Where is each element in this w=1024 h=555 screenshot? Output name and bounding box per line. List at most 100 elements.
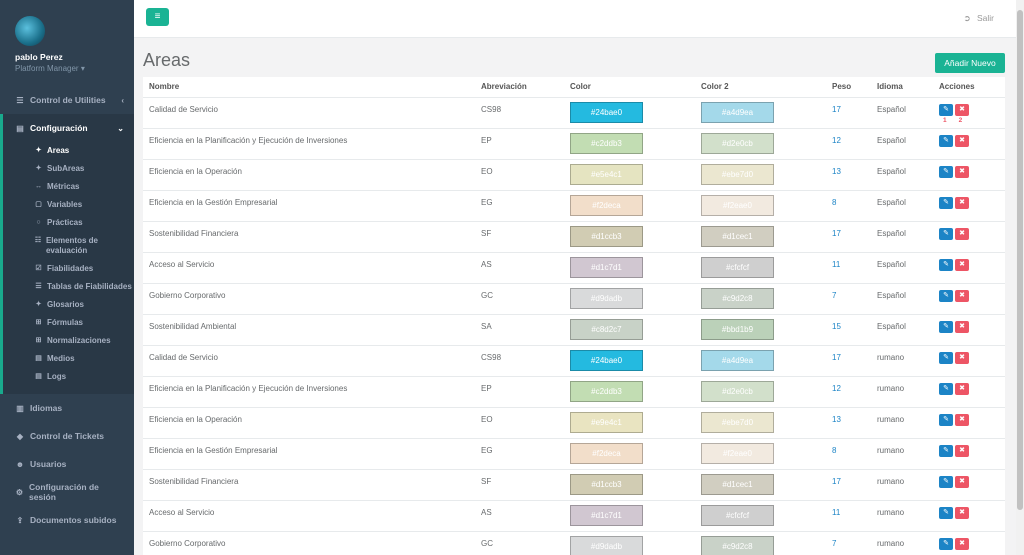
cell-color-2: #c9d2c8 <box>695 530 826 555</box>
nav-top: ☰ Control de Utilities ‹ <box>0 86 134 114</box>
edit-button[interactable]: ✎ <box>939 196 953 209</box>
submenu-item-label: Fórmulas <box>47 318 84 327</box>
edit-button[interactable]: ✎ <box>939 444 953 457</box>
delete-button[interactable]: ✖ <box>955 351 969 364</box>
color-2-swatch: #cfcfcf <box>701 504 774 526</box>
control-de-utilities-icon: ☰ <box>16 95 24 105</box>
edit-button[interactable]: ✎ <box>939 134 953 147</box>
delete-button[interactable]: ✖ <box>955 103 969 116</box>
edit-button[interactable]: ✎ <box>939 103 953 116</box>
color-swatch: #24bae0 <box>570 349 643 371</box>
edit-button[interactable]: ✎ <box>939 351 953 364</box>
cell-acciones: ✎ ✖ <box>933 375 1005 407</box>
cell-nombre: Eficiencia en la Operación <box>143 406 475 438</box>
sidebar-item-documentos-subidos[interactable]: ⇪ Documentos subidos <box>0 506 134 534</box>
user-role-dropdown[interactable]: Platform Manager <box>15 64 134 73</box>
delete-button[interactable]: ✖ <box>955 444 969 457</box>
submenu-item-normalizaciones[interactable]: ⊞ Normalizaciones <box>32 332 134 350</box>
color-swatch: #d1ccb3 <box>570 473 643 495</box>
edit-button[interactable]: ✎ <box>939 227 953 240</box>
sidebar-item-idiomas[interactable]: ▥ Idiomas <box>0 394 134 422</box>
add-new-button[interactable]: Añadir Nuevo <box>935 53 1005 73</box>
cell-abreviacion: SA <box>475 313 564 345</box>
delete-button[interactable]: ✖ <box>955 382 969 395</box>
submenu-item-metricas[interactable]: ↔ Métricas <box>32 178 134 196</box>
submenu-item-label: SubAreas <box>47 164 85 173</box>
table-row: Sostenibilidad Financiera SF #d1ccb3 #d1cec… <box>143 468 1005 500</box>
edit-button[interactable]: ✎ <box>939 382 953 395</box>
delete-button[interactable]: ✖ <box>955 165 969 178</box>
row-actions: ✎ ✖ <box>939 258 999 271</box>
areas-icon: ✦ <box>35 147 42 154</box>
delete-button[interactable]: ✖ <box>955 258 969 271</box>
cell-color: #f2deca <box>564 189 695 221</box>
medios-icon: ▤ <box>35 355 42 362</box>
cell-nombre: Eficiencia en la Gestión Empresarial <box>143 437 475 469</box>
trash-icon: ✖ <box>959 415 965 423</box>
edit-button[interactable]: ✎ <box>939 413 953 426</box>
delete-button[interactable]: ✖ <box>955 506 969 519</box>
cell-peso: 17 <box>826 220 871 252</box>
edit-button[interactable]: ✎ <box>939 165 953 178</box>
column-header-color: Color <box>564 77 695 98</box>
cell-acciones: ✎ ✖ <box>933 406 1005 438</box>
color-2-swatch: #d2e0cb <box>701 380 774 402</box>
submenu-item-fiabilidades[interactable]: ☑ Fiabilidades <box>32 260 134 278</box>
sidebar-item-usuarios[interactable]: ☻ Usuarios <box>0 450 134 478</box>
user-name: pablo Perez <box>15 52 63 62</box>
delete-button[interactable]: ✖ <box>955 134 969 147</box>
edit-button[interactable]: ✎ <box>939 537 953 550</box>
logout-link[interactable]: ➲ Salir <box>963 13 994 24</box>
edit-button[interactable]: ✎ <box>939 320 953 333</box>
cell-nombre: Acceso al Servicio <box>143 499 475 531</box>
submenu-item-areas[interactable]: ✦ Areas <box>32 142 134 160</box>
submenu-item-variables[interactable]: ▢ Variables <box>32 196 134 214</box>
cell-peso: 11 <box>826 251 871 283</box>
delete-button[interactable]: ✖ <box>955 475 969 488</box>
cell-nombre: Sostenibilidad Financiera <box>143 468 475 500</box>
edit-button[interactable]: ✎ <box>939 506 953 519</box>
control-de-tickets-icon: ◆ <box>16 431 24 441</box>
avatar[interactable] <box>15 16 45 46</box>
submenu-item-practicas[interactable]: ○ Prácticas <box>32 214 134 232</box>
cell-acciones: ✎ ✖ <box>933 437 1005 469</box>
menu-toggle-button[interactable]: ≡ <box>146 8 169 26</box>
cell-acciones: ✎ ✖ <box>933 220 1005 252</box>
row-actions: ✎ ✖ <box>939 196 999 209</box>
cell-color: #d1ccb3 <box>564 468 695 500</box>
submenu-item-label: Logs <box>47 372 67 381</box>
usuarios-icon: ☻ <box>15 459 25 469</box>
submenu-item-subareas[interactable]: ✦ SubAreas <box>32 160 134 178</box>
sidebar-item-control-de-utilities[interactable]: ☰ Control de Utilities ‹ <box>0 86 134 114</box>
color-swatch: #d1c7d1 <box>570 256 643 278</box>
trash-icon: ✖ <box>959 477 965 485</box>
submenu-item-formulas[interactable]: ⊞ Fórmulas <box>32 314 134 332</box>
submenu-item-label: Glosarios <box>47 300 84 309</box>
submenu-item-tablas-de-fiabilidades[interactable]: ☰ Tablas de Fiabilidades <box>32 278 134 296</box>
nav-item-configuracion[interactable]: ▤ Configuración ⌄ <box>3 114 134 142</box>
cell-abreviacion: SF <box>475 220 564 252</box>
cell-color-2: #d1cec1 <box>695 220 826 252</box>
cell-acciones: ✎ ✖ <box>933 313 1005 345</box>
cell-color: #24bae0 <box>564 96 695 128</box>
delete-button[interactable]: ✖ <box>955 289 969 302</box>
sidebar-item-control-de-tickets[interactable]: ◆ Control de Tickets <box>0 422 134 450</box>
delete-button[interactable]: ✖ <box>955 320 969 333</box>
scrollbar-thumb[interactable] <box>1017 10 1023 510</box>
sidebar-item-configuracion-de-sesion[interactable]: ⚙ Configuración de sesión <box>0 478 134 506</box>
color-swatch: #24bae0 <box>570 101 643 123</box>
cell-nombre: Eficiencia en la Planificación y Ejecuci… <box>143 375 475 407</box>
page-scrollbar[interactable] <box>1016 0 1024 555</box>
delete-button[interactable]: ✖ <box>955 196 969 209</box>
delete-button[interactable]: ✖ <box>955 227 969 240</box>
edit-button[interactable]: ✎ <box>939 289 953 302</box>
submenu-item-logs[interactable]: ▤ Logs <box>32 368 134 386</box>
color-2-swatch: #d2e0cb <box>701 132 774 154</box>
delete-button[interactable]: ✖ <box>955 413 969 426</box>
submenu-item-elementos-de-evaluacion[interactable]: ☷ Elementos de evaluación <box>32 232 134 260</box>
edit-button[interactable]: ✎ <box>939 475 953 488</box>
edit-button[interactable]: ✎ <box>939 258 953 271</box>
submenu-item-medios[interactable]: ▤ Medios <box>32 350 134 368</box>
delete-button[interactable]: ✖ <box>955 537 969 550</box>
submenu-item-glosarios[interactable]: ✦ Glosarios <box>32 296 134 314</box>
